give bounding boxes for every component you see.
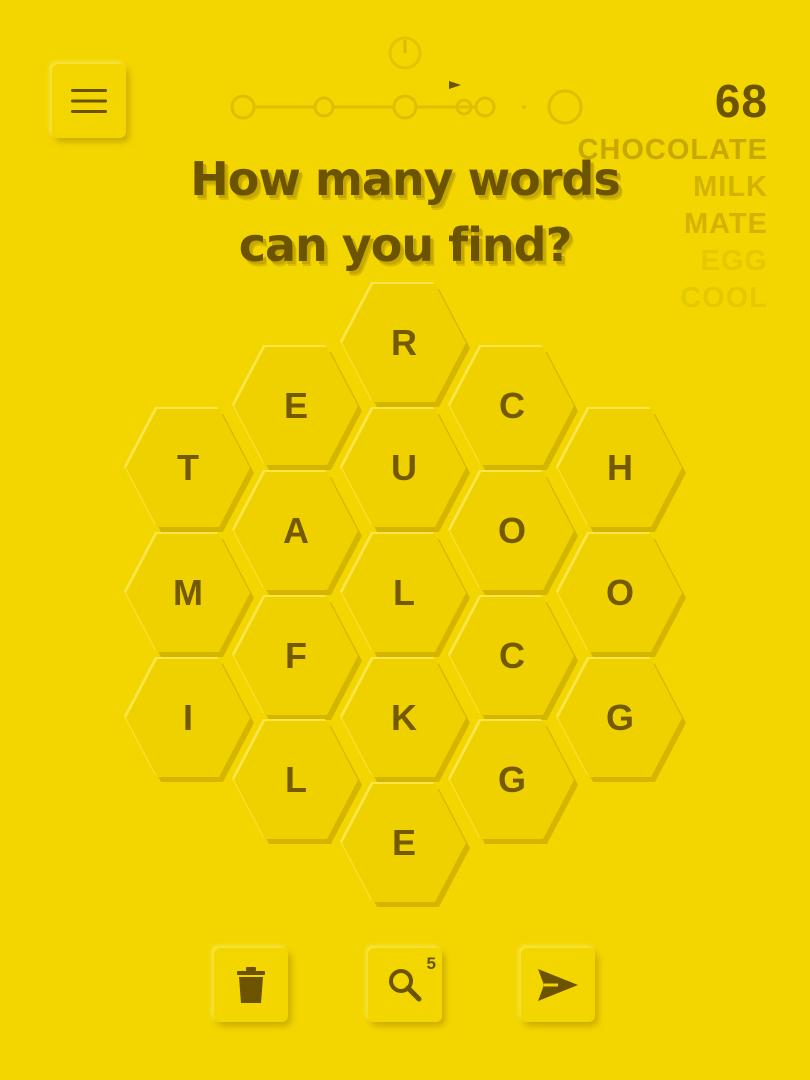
send-arrow-icon [538, 969, 578, 1001]
submit-button[interactable] [521, 948, 595, 1022]
trash-icon [237, 967, 265, 1003]
letter-board: RECTUHAOMLOFCIKGLGE [0, 0, 810, 1080]
hint-button[interactable]: 5 [368, 948, 442, 1022]
search-icon [389, 969, 422, 1002]
delete-button[interactable] [214, 948, 288, 1022]
hint-count: 5 [426, 954, 436, 973]
